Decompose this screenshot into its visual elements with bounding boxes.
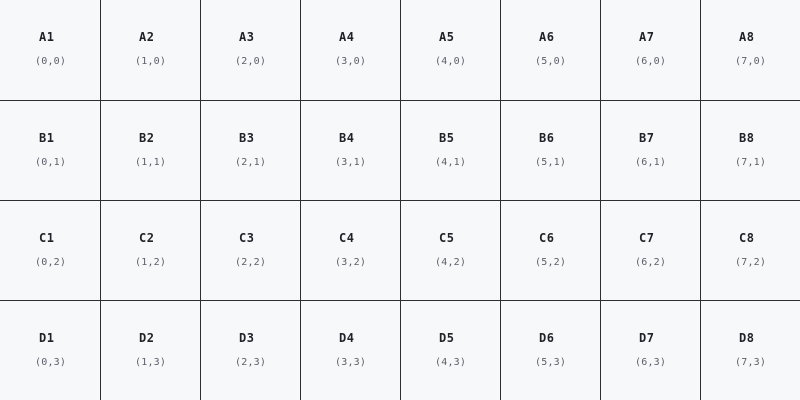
cell-coordinate: (2,0)	[235, 56, 267, 67]
cell-label: B4	[339, 131, 355, 145]
cell-coordinate: (1,3)	[135, 357, 167, 368]
cell-coordinate: (4,2)	[435, 257, 467, 268]
grid-cell-b8[interactable]: B8 (7,1)	[700, 100, 800, 200]
cell-coordinate: (3,3)	[335, 357, 367, 368]
grid-cell-a8[interactable]: A8 (7,0)	[700, 0, 800, 100]
grid-cell-a7[interactable]: A7 (6,0)	[600, 0, 700, 100]
grid-cell-c7[interactable]: C7 (6,2)	[600, 200, 700, 300]
grid-cell-d5[interactable]: D5 (4,3)	[400, 300, 500, 400]
cell-label: C8	[739, 231, 755, 245]
cell-label: C4	[339, 231, 355, 245]
grid-cell-a5[interactable]: A5 (4,0)	[400, 0, 500, 100]
cell-label: A6	[539, 30, 555, 44]
cell-label: D1	[39, 331, 55, 345]
cell-coordinate: (5,1)	[535, 157, 567, 168]
cell-label: D5	[439, 331, 455, 345]
cell-label: D7	[639, 331, 655, 345]
grid-cell-a4[interactable]: A4 (3,0)	[300, 0, 400, 100]
cell-label: A7	[639, 30, 655, 44]
cell-label: B6	[539, 131, 555, 145]
cell-label: B3	[239, 131, 255, 145]
cell-coordinate: (1,0)	[135, 56, 167, 67]
cell-coordinate: (6,0)	[635, 56, 667, 67]
grid-cell-d7[interactable]: D7 (6,3)	[600, 300, 700, 400]
grid-cell-d8[interactable]: D8 (7,3)	[700, 300, 800, 400]
cell-coordinate: (4,0)	[435, 56, 467, 67]
cell-coordinate: (2,2)	[235, 257, 267, 268]
grid-cell-d4[interactable]: D4 (3,3)	[300, 300, 400, 400]
grid-cell-c6[interactable]: C6 (5,2)	[500, 200, 600, 300]
cell-coordinate: (7,1)	[735, 157, 767, 168]
cell-label: D6	[539, 331, 555, 345]
cell-label: A3	[239, 30, 255, 44]
grid-cell-d6[interactable]: D6 (5,3)	[500, 300, 600, 400]
grid-cell-a2[interactable]: A2 (1,0)	[100, 0, 200, 100]
cell-label: A1	[39, 30, 55, 44]
cell-label: A4	[339, 30, 355, 44]
cell-coordinate: (3,2)	[335, 257, 367, 268]
cell-label: A2	[139, 30, 155, 44]
cell-label: C3	[239, 231, 255, 245]
cell-coordinate: (1,2)	[135, 257, 167, 268]
grid-cell-d1[interactable]: D1 (0,3)	[0, 300, 100, 400]
cell-coordinate: (7,0)	[735, 56, 767, 67]
grid-cell-b1[interactable]: B1 (0,1)	[0, 100, 100, 200]
cell-label: A5	[439, 30, 455, 44]
cell-grid: A1 (0,0) A2 (1,0) A3 (2,0) A4 (3,0) A5 (4,0) …	[0, 0, 800, 400]
grid-cell-c8[interactable]: C8 (7,2)	[700, 200, 800, 300]
cell-label: C1	[39, 231, 55, 245]
cell-label: C2	[139, 231, 155, 245]
cell-label: B8	[739, 131, 755, 145]
grid-cell-b2[interactable]: B2 (1,1)	[100, 100, 200, 200]
cell-coordinate: (3,1)	[335, 157, 367, 168]
grid-cell-b3[interactable]: B3 (2,1)	[200, 100, 300, 200]
cell-coordinate: (0,3)	[35, 357, 67, 368]
cell-label: D3	[239, 331, 255, 345]
cell-label: B1	[39, 131, 55, 145]
cell-coordinate: (7,3)	[735, 357, 767, 368]
grid-cell-b6[interactable]: B6 (5,1)	[500, 100, 600, 200]
grid-cell-c1[interactable]: C1 (0,2)	[0, 200, 100, 300]
grid-cell-a3[interactable]: A3 (2,0)	[200, 0, 300, 100]
cell-coordinate: (0,1)	[35, 157, 67, 168]
cell-coordinate: (5,0)	[535, 56, 567, 67]
cell-coordinate: (0,2)	[35, 257, 67, 268]
cell-coordinate: (2,1)	[235, 157, 267, 168]
grid-cell-d3[interactable]: D3 (2,3)	[200, 300, 300, 400]
cell-coordinate: (6,3)	[635, 357, 667, 368]
grid-cell-c3[interactable]: C3 (2,2)	[200, 200, 300, 300]
grid-cell-d2[interactable]: D2 (1,3)	[100, 300, 200, 400]
cell-label: C6	[539, 231, 555, 245]
cell-coordinate: (4,1)	[435, 157, 467, 168]
cell-label: B5	[439, 131, 455, 145]
grid-cell-a1[interactable]: A1 (0,0)	[0, 0, 100, 100]
grid-cell-b5[interactable]: B5 (4,1)	[400, 100, 500, 200]
cell-coordinate: (2,3)	[235, 357, 267, 368]
cell-label: B2	[139, 131, 155, 145]
cell-coordinate: (7,2)	[735, 257, 767, 268]
cell-label: B7	[639, 131, 655, 145]
cell-coordinate: (5,2)	[535, 257, 567, 268]
cell-label: A8	[739, 30, 755, 44]
grid-cell-a6[interactable]: A6 (5,0)	[500, 0, 600, 100]
cell-label: C5	[439, 231, 455, 245]
cell-coordinate: (6,2)	[635, 257, 667, 268]
cell-coordinate: (0,0)	[35, 56, 67, 67]
cell-coordinate: (5,3)	[535, 357, 567, 368]
grid-cell-b4[interactable]: B4 (3,1)	[300, 100, 400, 200]
grid-cell-c4[interactable]: C4 (3,2)	[300, 200, 400, 300]
cell-label: D2	[139, 331, 155, 345]
cell-coordinate: (1,1)	[135, 157, 167, 168]
cell-label: D8	[739, 331, 755, 345]
grid-cell-b7[interactable]: B7 (6,1)	[600, 100, 700, 200]
grid-cell-c5[interactable]: C5 (4,2)	[400, 200, 500, 300]
cell-coordinate: (4,3)	[435, 357, 467, 368]
cell-label: D4	[339, 331, 355, 345]
cell-coordinate: (6,1)	[635, 157, 667, 168]
grid-cell-c2[interactable]: C2 (1,2)	[100, 200, 200, 300]
cell-coordinate: (3,0)	[335, 56, 367, 67]
cell-label: C7	[639, 231, 655, 245]
